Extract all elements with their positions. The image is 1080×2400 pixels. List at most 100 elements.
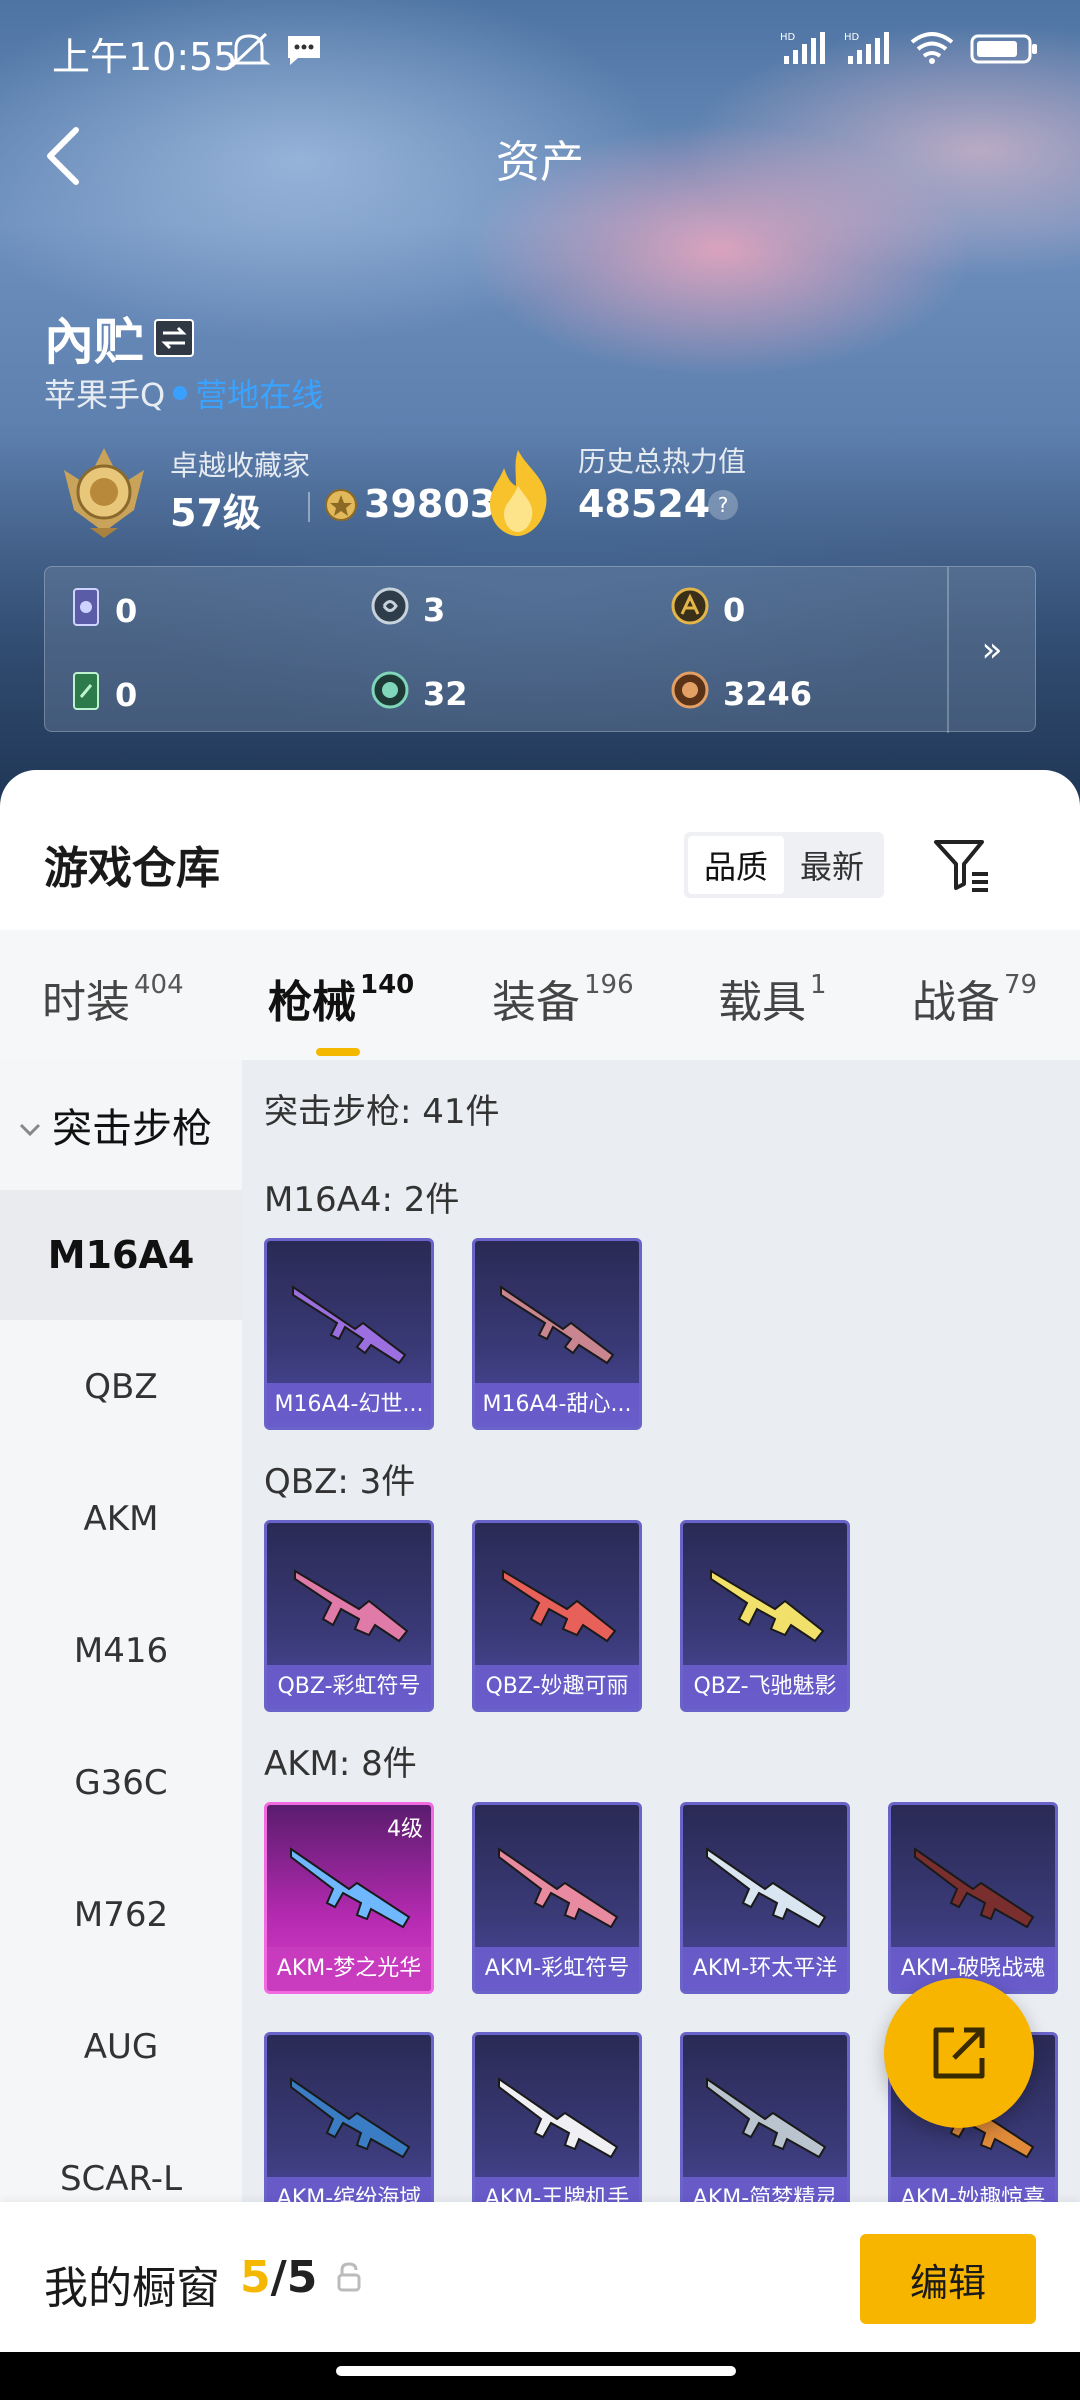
- sidebar-item-m762[interactable]: M762: [0, 1850, 242, 1980]
- skin-card[interactable]: AKM-王牌机手: [472, 2032, 642, 2224]
- svg-text:HD: HD: [780, 32, 796, 43]
- edit-button[interactable]: 编辑: [860, 2234, 1036, 2324]
- skin-name: QBZ-妙趣可丽: [475, 1665, 639, 1709]
- skin-card[interactable]: M16A4-甜心...: [472, 1238, 642, 1430]
- sidebar-item-g36c[interactable]: G36C: [0, 1718, 242, 1848]
- skin-name: QBZ-飞驰魅影: [683, 1665, 847, 1709]
- category-tabs: 时装 404 枪械 140 装备 196 载具 1 战备 79: [0, 930, 1080, 1060]
- lock-icon: [336, 2262, 362, 2296]
- skin-card[interactable]: AKM-缤纷海域: [264, 2032, 434, 2224]
- status-bar: 上午10:55 HD HD: [0, 0, 1080, 100]
- divider: [308, 492, 310, 522]
- gesture-bar: [0, 2352, 1080, 2400]
- rifle-icon: [500, 1285, 615, 1365]
- rifle-icon: [498, 1847, 619, 1929]
- skin-card[interactable]: M16A4-幻世...: [264, 1238, 434, 1430]
- currency-item: 32: [371, 671, 468, 717]
- switch-account-icon[interactable]: [154, 319, 194, 357]
- currency-more-button[interactable]: »: [947, 567, 1035, 733]
- coin-silver-icon: [371, 587, 409, 633]
- user-name-row: 內贮: [44, 302, 194, 374]
- skin-name: M16A4-甜心...: [475, 1383, 639, 1427]
- help-icon[interactable]: ?: [708, 490, 738, 520]
- showcase-label: 我的橱窗: [44, 2263, 220, 2314]
- rifle-icon: [290, 1847, 411, 1929]
- coin-teal-icon: [371, 671, 409, 717]
- currency-panel[interactable]: 0 3 0 0 32 3246 »: [44, 566, 1036, 733]
- warehouse-sheet: 游戏仓库 品质 最新 时装 404 枪械 140 装备 196 载具 1 战备 79 突击…: [0, 770, 1080, 2400]
- tab-supplies[interactable]: 战备 79: [912, 966, 1037, 1030]
- share-button[interactable]: [884, 1978, 1034, 2128]
- online-dot-icon: [173, 386, 188, 400]
- sort-quality-button[interactable]: 品质: [688, 836, 784, 894]
- sidebar-item-akm[interactable]: AKM: [0, 1454, 242, 1584]
- tab-equipment[interactable]: 装备 196: [492, 966, 634, 1030]
- card-green-icon: [71, 671, 101, 719]
- tab-firearms[interactable]: 枪械 140: [268, 966, 414, 1030]
- skin-name: AKM-环太平洋: [683, 1947, 847, 1991]
- currency-item: 0: [671, 587, 745, 633]
- home-indicator[interactable]: [336, 2366, 736, 2376]
- tab-vehicles[interactable]: 载具 1: [718, 966, 827, 1030]
- skin-card[interactable]: AKM-环太平洋: [680, 1802, 850, 1994]
- rifle-icon: [290, 2077, 411, 2159]
- sidebar-item-m416[interactable]: M416: [0, 1586, 242, 1716]
- currency-item: 0: [71, 587, 137, 635]
- section-title-qbz: QBZ: 3件: [264, 1462, 416, 1502]
- weapon-content: 突击步枪: 41件 M16A4: 2件 M16A4-幻世... M16A4-甜心…: [242, 1060, 1080, 2400]
- section-title-m16a4: M16A4: 2件: [264, 1180, 460, 1220]
- collector-label: 卓越收藏家: [170, 449, 311, 482]
- online-status: 营地在线: [195, 376, 324, 414]
- skin-card[interactable]: AKM-破晓战魂: [888, 1802, 1058, 1994]
- rifle-icon: [292, 1285, 407, 1365]
- collector-coins: 39803: [364, 482, 497, 526]
- skin-name: M16A4-幻世...: [267, 1383, 431, 1427]
- flame-icon: [480, 446, 556, 542]
- coin-bronze-icon: [671, 671, 709, 717]
- sidebar-group-assault-rifle[interactable]: 突击步枪: [0, 1060, 242, 1190]
- collector-level: 57级: [170, 491, 261, 535]
- share-icon: [933, 2027, 985, 2079]
- skin-card[interactable]: AKM-简梦精灵: [680, 2032, 850, 2224]
- svg-text:HD: HD: [844, 32, 860, 43]
- heat-label: 历史总热力值: [578, 445, 747, 478]
- rifle-icon: [914, 1847, 1035, 1929]
- rifle-icon: [710, 1569, 825, 1643]
- card-purple-icon: [71, 587, 101, 635]
- warehouse-header: 游戏仓库 品质 最新: [0, 770, 1080, 930]
- tab-active-indicator: [316, 1048, 360, 1056]
- tab-fashion[interactable]: 时装 404: [42, 966, 184, 1030]
- skin-name: AKM-彩虹符号: [475, 1947, 639, 1991]
- skin-card[interactable]: QBZ-飞驰魅影: [680, 1520, 850, 1712]
- rifle-icon: [294, 1569, 409, 1643]
- skin-card[interactable]: 4级 AKM-梦之光华: [264, 1802, 434, 1994]
- status-time: 上午10:55: [52, 35, 238, 79]
- top-nav: 资产: [0, 110, 1080, 200]
- mute-icon: [226, 30, 272, 74]
- showcase-count: 5/5: [240, 2252, 318, 2303]
- section-title-akm: AKM: 8件: [264, 1744, 417, 1784]
- skin-card[interactable]: QBZ-彩虹符号: [264, 1520, 434, 1712]
- wifi-icon: [908, 30, 956, 70]
- sort-toggle: 品质 最新: [684, 832, 884, 898]
- sidebar-item-m16a4[interactable]: M16A4: [0, 1190, 242, 1320]
- rifle-icon: [498, 2077, 619, 2159]
- sidebar-item-qbz[interactable]: QBZ: [0, 1322, 242, 1452]
- collector-badge-icon: [52, 440, 156, 544]
- user-platform: 苹果手Q: [44, 376, 166, 414]
- battery-icon: [970, 30, 1040, 70]
- weapon-sidebar: 突击步枪 M16A4 QBZ AKM M416 G36C M762 AUG SC…: [0, 1060, 242, 2400]
- user-name: 內贮: [44, 313, 144, 371]
- rifle-icon: [706, 1847, 827, 1929]
- filter-icon[interactable]: [930, 832, 994, 896]
- rifle-icon: [706, 2077, 827, 2159]
- skin-card[interactable]: AKM-彩虹符号: [472, 1802, 642, 1994]
- sidebar-item-aug[interactable]: AUG: [0, 1982, 242, 2112]
- showcase-bar: 我的橱窗 5/5 编辑: [0, 2202, 1080, 2352]
- skin-card[interactable]: QBZ-妙趣可丽: [472, 1520, 642, 1712]
- sort-newest-button[interactable]: 最新: [784, 836, 880, 894]
- rifle-icon: [502, 1569, 617, 1643]
- currency-item: 3246: [671, 671, 812, 717]
- message-icon: [284, 32, 324, 72]
- skin-name: AKM-梦之光华: [267, 1947, 431, 1991]
